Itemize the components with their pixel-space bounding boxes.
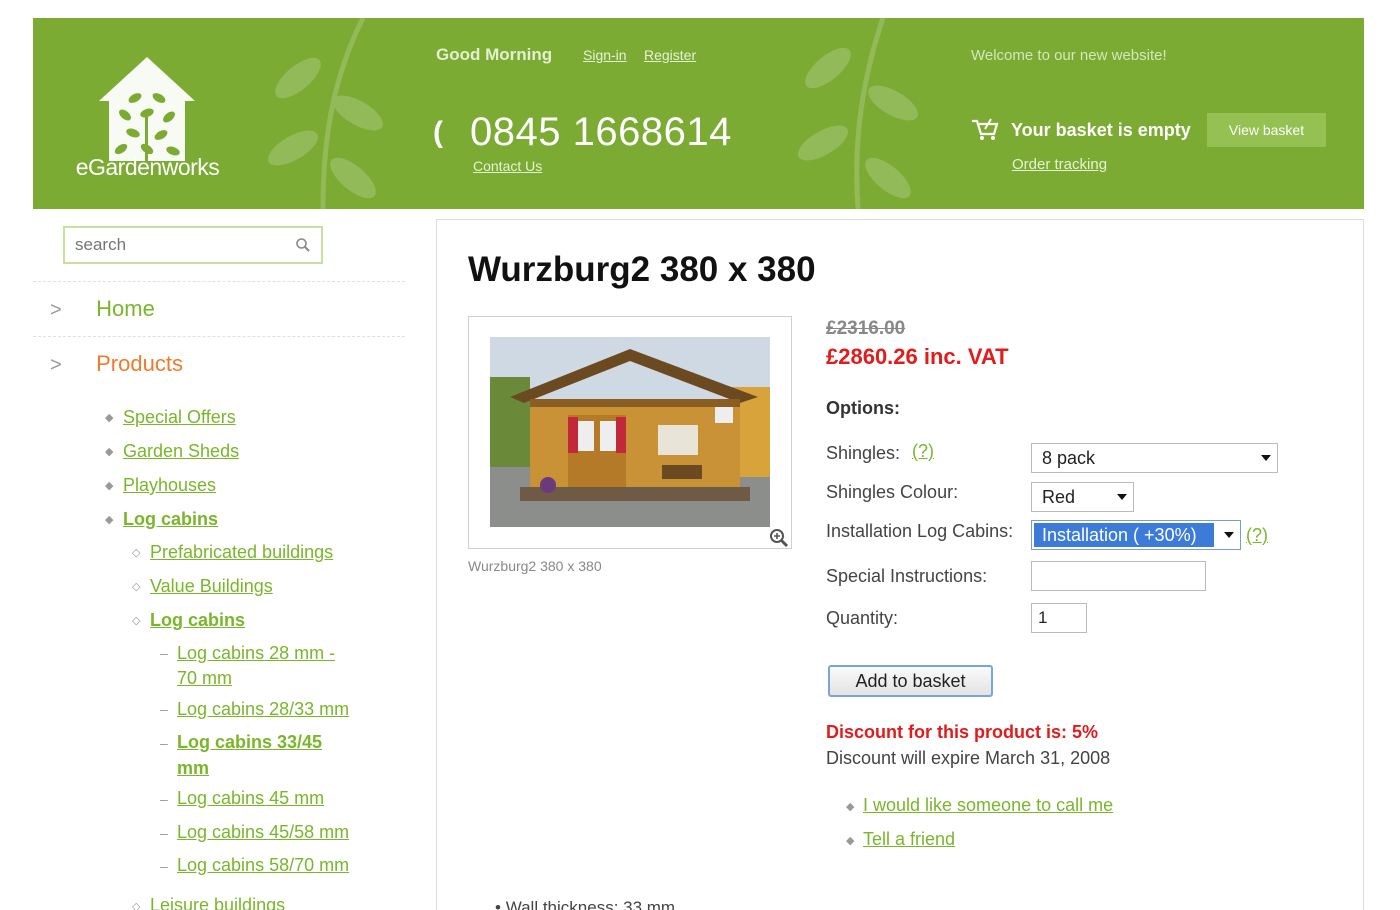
product-spec-item: • Wall thickness: 33 mm [495, 898, 675, 910]
bullet-icon: ◇ [132, 581, 141, 593]
leaf-decoration-icon [268, 18, 383, 209]
options-heading: Options: [826, 398, 900, 418]
search-icon[interactable] [295, 237, 311, 253]
nav-log-cabins[interactable]: Log cabins [123, 506, 218, 532]
welcome-text: Welcome to our new website! [971, 47, 1167, 64]
spec-text: Wall thickness: 33 mm [505, 898, 676, 910]
shingles-select[interactable]: 8 pack [1031, 443, 1278, 473]
nav-divider [33, 336, 405, 337]
quantity-label: Quantity: [826, 608, 899, 628]
page-title: Wurzburg2 380 x 380 [468, 250, 816, 289]
shingles-label: Shingles: [826, 443, 901, 463]
register-link[interactable]: Register [644, 47, 696, 63]
nav-log-cabins-33-45-cont[interactable]: mm [177, 755, 209, 781]
nav-divider [33, 281, 405, 282]
nav-prefabricated-buildings[interactable]: Prefabricated buildings [150, 539, 333, 565]
old-price: £2316.00 [826, 318, 906, 339]
nav-item-home[interactable]: > Home [50, 296, 155, 322]
zoom-icon[interactable] [768, 527, 790, 549]
search-input[interactable] [65, 228, 285, 262]
nav-log-cabins-28-70-cont[interactable]: 70 mm [177, 665, 232, 691]
leaf-decoration-icon [798, 18, 918, 209]
nav-log-cabins-28-70[interactable]: Log cabins 28 mm - [177, 640, 335, 666]
installation-help-link[interactable]: (?) [1246, 525, 1268, 546]
bullet-icon: – [160, 701, 168, 717]
shingles-colour-value: Red [1042, 487, 1076, 507]
bullet-icon: ◆ [846, 835, 855, 847]
bullet-icon: – [160, 645, 168, 661]
chevron-down-icon [1261, 455, 1271, 461]
nav-special-offers[interactable]: Special Offers [123, 404, 236, 430]
image-caption: Wurzburg2 380 x 380 [468, 558, 602, 574]
basket-status: Your basket is empty [1011, 120, 1191, 140]
bullet-icon: – [160, 791, 168, 807]
nav-playhouses[interactable]: Playhouses [123, 472, 216, 498]
cart-icon [972, 118, 999, 140]
search-box [63, 226, 323, 264]
bullet-icon: ◆ [105, 412, 114, 424]
special-instructions-input[interactable] [1031, 561, 1206, 591]
discount-expiry-text: Discount will expire March 31, 2008 [826, 748, 1111, 768]
order-tracking-link[interactable]: Order tracking [1012, 156, 1107, 173]
chevron-right-icon: > [50, 299, 62, 321]
greeting-text: Good Morning [436, 45, 553, 64]
bullet-icon: ◇ [132, 547, 141, 559]
bullet-icon: – [160, 735, 168, 751]
add-to-basket-button[interactable]: Add to basket [828, 665, 993, 697]
quantity-input[interactable] [1031, 603, 1087, 633]
nav-log-cabins-28-33[interactable]: Log cabins 28/33 mm [177, 696, 349, 722]
sign-in-link[interactable]: Sign-in [583, 47, 627, 63]
view-basket-button[interactable]: View basket [1207, 113, 1326, 147]
nav-value-buildings[interactable]: Value Buildings [150, 573, 273, 599]
special-instructions-label: Special Instructions: [826, 566, 988, 586]
call-me-link[interactable]: I would like someone to call me [863, 795, 1113, 816]
nav-log-cabins-58-70[interactable]: Log cabins 58/70 mm [177, 852, 349, 878]
nav-log-cabins-45-58[interactable]: Log cabins 45/58 mm [177, 819, 349, 845]
bullet-icon: – [160, 858, 168, 874]
product-image-frame[interactable] [468, 316, 792, 549]
site-header: eGardenworks Good Morning Sign-in Regist… [33, 18, 1364, 209]
chevron-right-icon: > [50, 354, 62, 376]
shingles-select-value: 8 pack [1042, 448, 1096, 468]
chevron-down-icon [1117, 494, 1127, 500]
shingles-colour-label: Shingles Colour: [826, 482, 959, 502]
nav-item-products[interactable]: > Products [50, 351, 183, 377]
nav-garden-sheds[interactable]: Garden Sheds [123, 438, 239, 464]
nav-log-cabins-45[interactable]: Log cabins 45 mm [177, 785, 324, 811]
contact-us-link[interactable]: Contact Us [473, 158, 542, 174]
product-image [490, 337, 770, 527]
nav-item-label: Products [96, 351, 183, 376]
discount-text: Discount for this product is: 5% [826, 722, 1099, 742]
shingles-help-link[interactable]: (?) [912, 441, 934, 462]
phone-number: 0845 1668614 [470, 110, 732, 154]
bullet-icon: ◇ [132, 615, 141, 627]
bullet-icon: ◆ [846, 801, 855, 813]
bullet-icon: ◆ [105, 480, 114, 492]
current-price: £2860.26 inc. VAT [826, 344, 1009, 369]
installation-select[interactable]: Installation ( +30%) [1031, 520, 1241, 550]
nav-log-cabins-33-45[interactable]: Log cabins 33/45 [177, 729, 322, 755]
phone-icon: ( [433, 116, 443, 149]
bullet-icon: ◆ [105, 446, 114, 458]
installation-select-value: Installation ( +30%) [1034, 523, 1214, 547]
chevron-down-icon [1224, 532, 1234, 538]
bullet-icon: ◆ [105, 514, 114, 526]
tell-a-friend-link[interactable]: Tell a friend [863, 829, 955, 850]
nav-log-cabins-sub[interactable]: Log cabins [150, 607, 245, 633]
nav-item-label: Home [96, 296, 155, 321]
shingles-colour-select[interactable]: Red [1031, 482, 1134, 512]
bullet-icon: ◇ [132, 901, 141, 910]
nav-leisure-buildings[interactable]: Leisure buildings [150, 892, 285, 910]
brand-name: eGardenworks [75, 154, 220, 180]
installation-label: Installation Log Cabins: [826, 521, 1014, 541]
bullet-icon: – [160, 825, 168, 841]
